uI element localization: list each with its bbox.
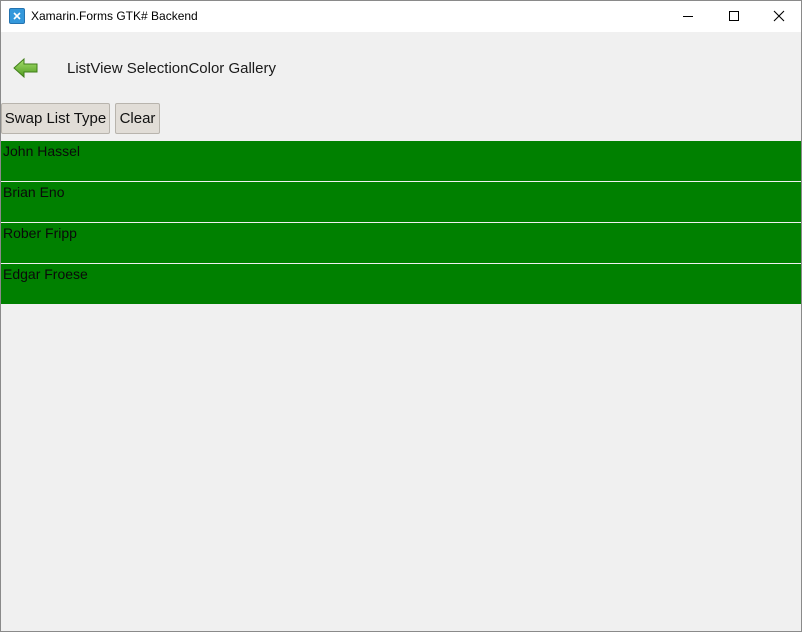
list-item[interactable]: Rober Fripp bbox=[1, 223, 801, 263]
maximize-button[interactable] bbox=[711, 1, 757, 31]
title-bar[interactable]: Xamarin.Forms GTK# Backend bbox=[1, 1, 801, 32]
maximize-icon bbox=[729, 11, 739, 21]
page-title: ListView SelectionColor Gallery bbox=[67, 60, 276, 77]
close-button[interactable] bbox=[756, 1, 801, 31]
list-item-label: Rober Fripp bbox=[3, 225, 77, 241]
list-item[interactable]: John Hassel bbox=[1, 141, 801, 181]
swap-list-type-button[interactable]: Swap List Type bbox=[1, 103, 110, 134]
back-arrow-icon bbox=[13, 57, 38, 79]
clear-button[interactable]: Clear bbox=[115, 103, 160, 134]
minimize-icon bbox=[683, 16, 693, 17]
list-item-label: Brian Eno bbox=[3, 184, 65, 200]
app-window: Xamarin.Forms GTK# Backend ListView Sele… bbox=[0, 0, 802, 632]
list-item-label: Edgar Froese bbox=[3, 266, 88, 282]
window-title: Xamarin.Forms GTK# Backend bbox=[31, 9, 198, 23]
page-content: ListView SelectionColor Gallery Swap Lis… bbox=[1, 32, 801, 631]
list-view[interactable]: John Hassel Brian Eno Rober Fripp Edgar … bbox=[1, 141, 801, 304]
list-item[interactable]: Edgar Froese bbox=[1, 264, 801, 304]
list-item[interactable]: Brian Eno bbox=[1, 182, 801, 222]
xamarin-icon bbox=[9, 8, 25, 24]
list-item-label: John Hassel bbox=[3, 143, 81, 159]
minimize-button[interactable] bbox=[665, 1, 711, 31]
back-button[interactable] bbox=[11, 53, 41, 83]
close-icon bbox=[773, 10, 785, 22]
